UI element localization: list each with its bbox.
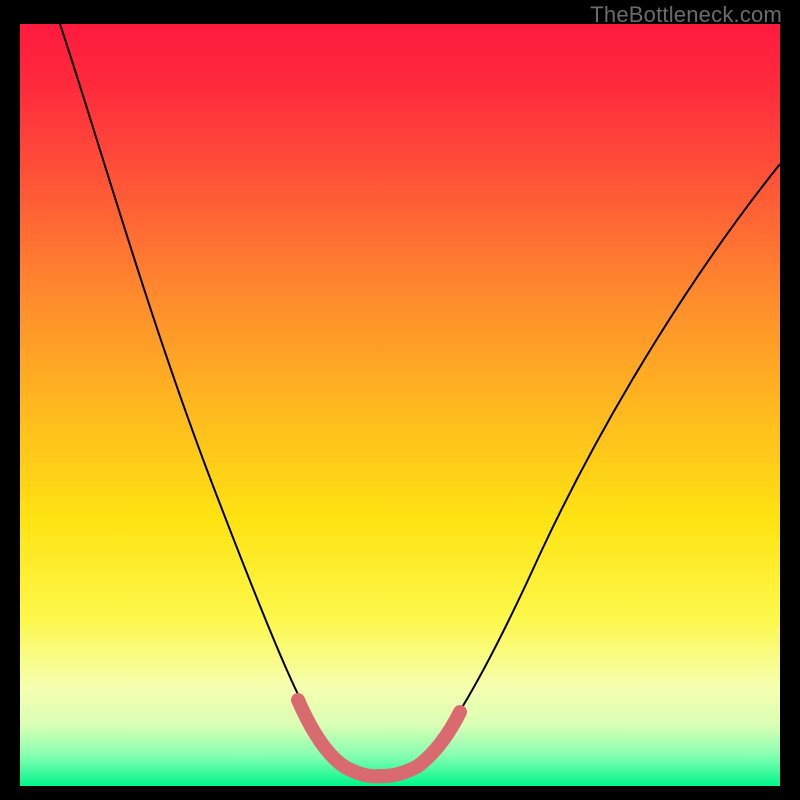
chart-container: TheBottleneck.com xyxy=(0,0,800,800)
bottleneck-curve xyxy=(60,24,780,777)
plot-area xyxy=(20,24,780,786)
bottleneck-highlight xyxy=(298,700,460,776)
curve-svg xyxy=(20,24,780,786)
